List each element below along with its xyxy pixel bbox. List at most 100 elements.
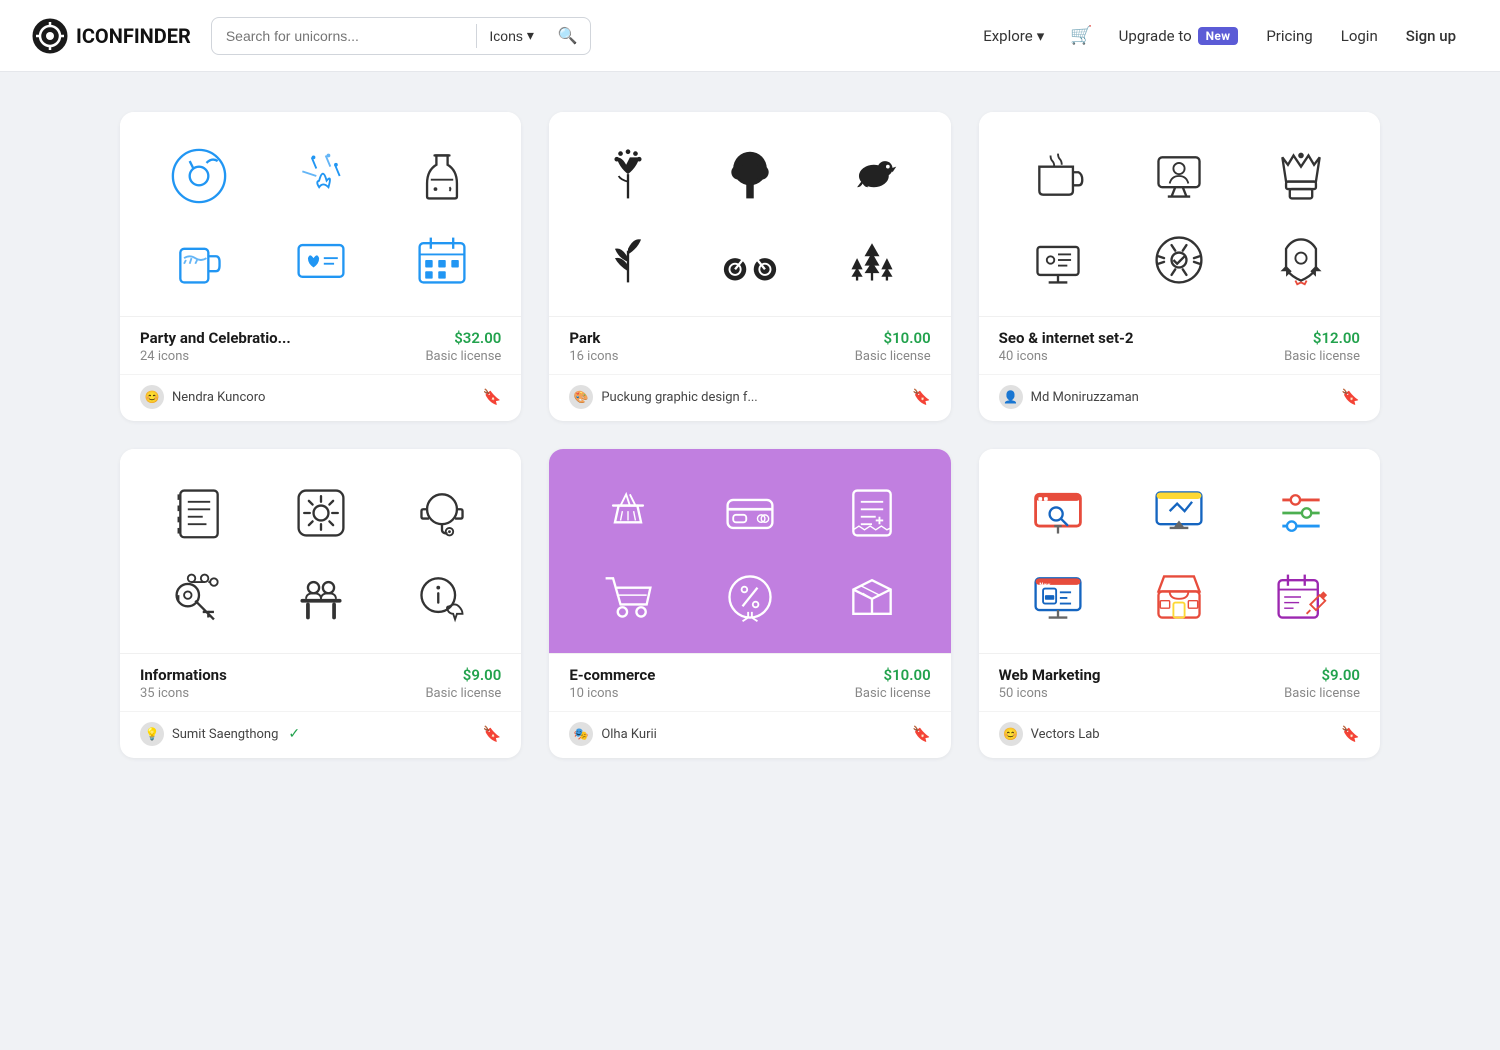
author-info[interactable]: 🎨 Puckung graphic design f...	[569, 385, 757, 409]
signup-link[interactable]: Sign up	[1394, 19, 1468, 53]
card-informations[interactable]: Informations $9.00 35 icons Basic licens…	[120, 449, 521, 758]
author-info[interactable]: 🎭 Olha Kurii	[569, 722, 656, 746]
card-license: Basic license	[855, 349, 931, 364]
logo[interactable]: ICONFINDER	[32, 18, 191, 54]
card-info: Web Marketing $9.00 50 icons Basic licen…	[979, 653, 1380, 711]
card-icons-park	[549, 112, 950, 316]
chevron-down-icon: ▾	[1037, 27, 1045, 45]
bookmark-icon[interactable]: 🔖	[483, 725, 502, 743]
icon-cell-4	[1143, 224, 1215, 296]
avatar: 🎨	[569, 385, 593, 409]
card-title: Seo & internet set-2	[999, 329, 1134, 347]
icon-cell-1	[1143, 477, 1215, 549]
card-license: Basic license	[1284, 349, 1360, 364]
card-webmarketing[interactable]: Web Marketing $9.00 50 icons Basic licen…	[979, 449, 1380, 758]
icon-cell-2	[406, 477, 478, 549]
author-info[interactable]: 😊 Vectors Lab	[999, 722, 1100, 746]
ic-sparkles	[293, 148, 349, 204]
bookmark-icon[interactable]: 🔖	[1341, 388, 1360, 406]
card-seo[interactable]: Seo & internet set-2 $12.00 40 icons Bas…	[979, 112, 1380, 421]
icon-cell-5	[406, 561, 478, 633]
header: ICONFINDER Icons ▾ 🔍 Explore ▾ 🛒 Upgrade…	[0, 0, 1500, 72]
card-title: Web Marketing	[999, 666, 1101, 684]
card-icons-seo	[979, 112, 1380, 316]
ic-card-heart	[293, 232, 349, 288]
explore-label: Explore	[983, 27, 1033, 45]
cards-grid: Party and Celebratio... $32.00 24 icons …	[120, 112, 1380, 758]
card-party[interactable]: Party and Celebratio... $32.00 24 icons …	[120, 112, 521, 421]
card-info: Park $10.00 16 icons Basic license	[549, 316, 950, 374]
cart-icon[interactable]: 🛒	[1060, 17, 1102, 54]
author-info[interactable]: 👤 Md Moniruzzaman	[999, 385, 1139, 409]
icon-cell-5	[836, 224, 908, 296]
card-icons-party	[120, 112, 521, 316]
avatar: 👤	[999, 385, 1023, 409]
ic-tulip	[600, 148, 656, 204]
card-count: 16 icons	[569, 349, 618, 364]
ic-desk-people	[293, 569, 349, 625]
pricing-link[interactable]: Pricing	[1254, 19, 1324, 53]
logo-icon	[32, 18, 68, 54]
ic-basket	[600, 485, 656, 541]
ic-bike	[722, 232, 778, 288]
ic-tree-round	[722, 148, 778, 204]
avatar: 💡	[140, 722, 164, 746]
icon-cell-2	[406, 140, 478, 212]
card-ecommerce[interactable]: E-commerce $10.00 10 icons Basic license…	[549, 449, 950, 758]
card-price: $10.00	[884, 666, 931, 684]
icon-cell-3	[163, 561, 235, 633]
icon-cell-4	[285, 561, 357, 633]
card-park[interactable]: Park $10.00 16 icons Basic license 🎨 Puc…	[549, 112, 950, 421]
author-info[interactable]: 💡 Sumit Saengthong ✓	[140, 722, 300, 746]
login-link[interactable]: Login	[1329, 19, 1390, 53]
icon-cell-3	[592, 224, 664, 296]
ic-coffee	[1030, 148, 1086, 204]
search-type-button[interactable]: Icons ▾	[477, 19, 546, 52]
card-icons-ecommerce	[549, 449, 950, 653]
bookmark-icon[interactable]: 🔖	[1341, 725, 1360, 743]
author-info[interactable]: 😊 Nendra Kuncoro	[140, 385, 265, 409]
bookmark-icon[interactable]: 🔖	[912, 388, 931, 406]
ic-box	[844, 569, 900, 625]
icon-cell-2	[836, 140, 908, 212]
ic-settings-check	[1151, 232, 1207, 288]
card-title: Informations	[140, 666, 227, 684]
bookmark-icon[interactable]: 🔖	[912, 725, 931, 743]
card-count: 50 icons	[999, 686, 1048, 701]
search-submit-button[interactable]: 🔍	[546, 18, 590, 54]
search-type-label: Icons	[489, 28, 522, 44]
pricing-label: Pricing	[1266, 27, 1312, 45]
ic-headset-gear	[414, 485, 470, 541]
author-name: Vectors Lab	[1031, 727, 1100, 742]
chevron-down-icon: ▾	[527, 27, 534, 44]
search-bar: Icons ▾ 🔍	[211, 17, 591, 55]
card-author: 😊 Nendra Kuncoro 🔖	[120, 374, 521, 421]
card-count: 40 icons	[999, 349, 1048, 364]
icon-cell-1	[1143, 140, 1215, 212]
bookmark-icon[interactable]: 🔖	[483, 388, 502, 406]
card-author: 👤 Md Moniruzzaman 🔖	[979, 374, 1380, 421]
card-count: 10 icons	[569, 686, 618, 701]
icon-cell-2	[836, 477, 908, 549]
login-label: Login	[1341, 27, 1378, 45]
explore-link[interactable]: Explore ▾	[971, 19, 1056, 53]
icon-cell-4	[714, 224, 786, 296]
upgrade-button[interactable]: Upgrade to New	[1107, 19, 1251, 53]
avatar: 😊	[140, 385, 164, 409]
icon-cell-0	[163, 477, 235, 549]
author-name: Sumit Saengthong	[172, 727, 278, 742]
icon-cell-2	[1265, 140, 1337, 212]
search-input[interactable]	[212, 20, 477, 52]
ic-beer	[171, 232, 227, 288]
avatar: 😊	[999, 722, 1023, 746]
icon-cell-3	[1022, 224, 1094, 296]
icon-cell-3	[592, 561, 664, 633]
icon-cell-1	[714, 140, 786, 212]
card-title: E-commerce	[569, 666, 655, 684]
card-author: 💡 Sumit Saengthong ✓ 🔖	[120, 711, 521, 758]
card-info: Party and Celebratio... $32.00 24 icons …	[120, 316, 521, 374]
icon-cell-3	[163, 224, 235, 296]
ic-shop	[1151, 569, 1207, 625]
author-name: Nendra Kuncoro	[172, 390, 265, 405]
ic-trees	[844, 232, 900, 288]
